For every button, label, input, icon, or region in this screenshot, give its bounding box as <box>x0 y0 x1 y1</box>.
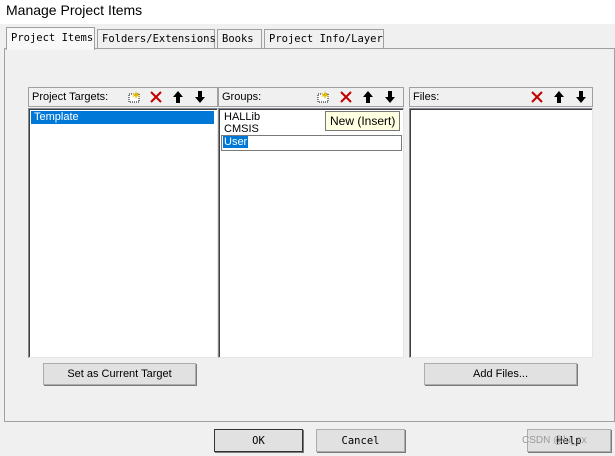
group-name-edit-field[interactable]: User <box>221 135 402 151</box>
tab-label: Project Items <box>11 32 94 44</box>
files-header-bar: Files: <box>409 87 593 107</box>
groups-header-bar: Groups: <box>218 87 404 107</box>
tab-project-items[interactable]: Project Items <box>6 27 95 50</box>
tab-label: Books <box>222 33 254 45</box>
targets-listbox[interactable]: Template <box>28 108 218 358</box>
new-folder-icon <box>317 90 329 102</box>
groups-delete-button[interactable] <box>337 89 355 105</box>
arrow-up-icon <box>554 91 564 103</box>
targets-header-label: Project Targets: <box>32 91 109 103</box>
files-move-down-button[interactable] <box>572 89 590 105</box>
arrow-down-icon <box>385 91 395 103</box>
targets-new-button[interactable] <box>125 89 143 105</box>
delete-x-icon <box>150 91 162 103</box>
window-title: Manage Project Items <box>6 2 143 18</box>
ok-button[interactable]: OK <box>214 429 303 452</box>
targets-header-bar: Project Targets: <box>28 87 218 107</box>
add-files-button[interactable]: Add Files... <box>424 363 577 385</box>
tab-folders-extensions[interactable]: Folders/Extensions <box>97 29 216 49</box>
targets-move-down-button[interactable] <box>191 89 209 105</box>
tab-label: Folders/Extensions <box>102 33 216 45</box>
files-listbox[interactable] <box>409 108 593 358</box>
delete-x-icon <box>340 91 352 103</box>
group-name-edit-value: User <box>223 136 249 148</box>
tab-panel-project-items: Project Targets: Template Set as Current… <box>4 48 615 422</box>
tab-project-info-layer[interactable]: Project Info/Layer <box>264 29 384 49</box>
arrow-down-icon <box>195 91 205 103</box>
cancel-button[interactable]: Cancel <box>316 429 405 452</box>
targets-move-up-button[interactable] <box>169 89 187 105</box>
tab-label: Project Info/Layer <box>269 33 383 45</box>
groups-new-button[interactable] <box>314 89 332 105</box>
set-current-target-button[interactable]: Set as Current Target <box>43 363 196 385</box>
targets-delete-button[interactable] <box>147 89 165 105</box>
target-item-template[interactable]: Template <box>31 111 214 124</box>
groups-header-label: Groups: <box>222 91 262 103</box>
files-header-label: Files: <box>413 91 440 103</box>
groups-move-up-button[interactable] <box>359 89 377 105</box>
arrow-up-icon <box>173 91 183 103</box>
files-delete-button[interactable] <box>528 89 546 105</box>
arrow-up-icon <box>363 91 373 103</box>
watermark: CSDN @lu_zx <box>522 435 587 446</box>
new-folder-icon <box>128 90 140 102</box>
new-insert-tooltip: New (Insert) <box>325 111 401 131</box>
delete-x-icon <box>531 91 543 103</box>
groups-listbox[interactable]: HALLib CMSIS User <box>218 108 404 358</box>
groups-move-down-button[interactable] <box>381 89 399 105</box>
tab-books[interactable]: Books <box>217 29 262 49</box>
arrow-down-icon <box>576 91 586 103</box>
files-move-up-button[interactable] <box>550 89 568 105</box>
